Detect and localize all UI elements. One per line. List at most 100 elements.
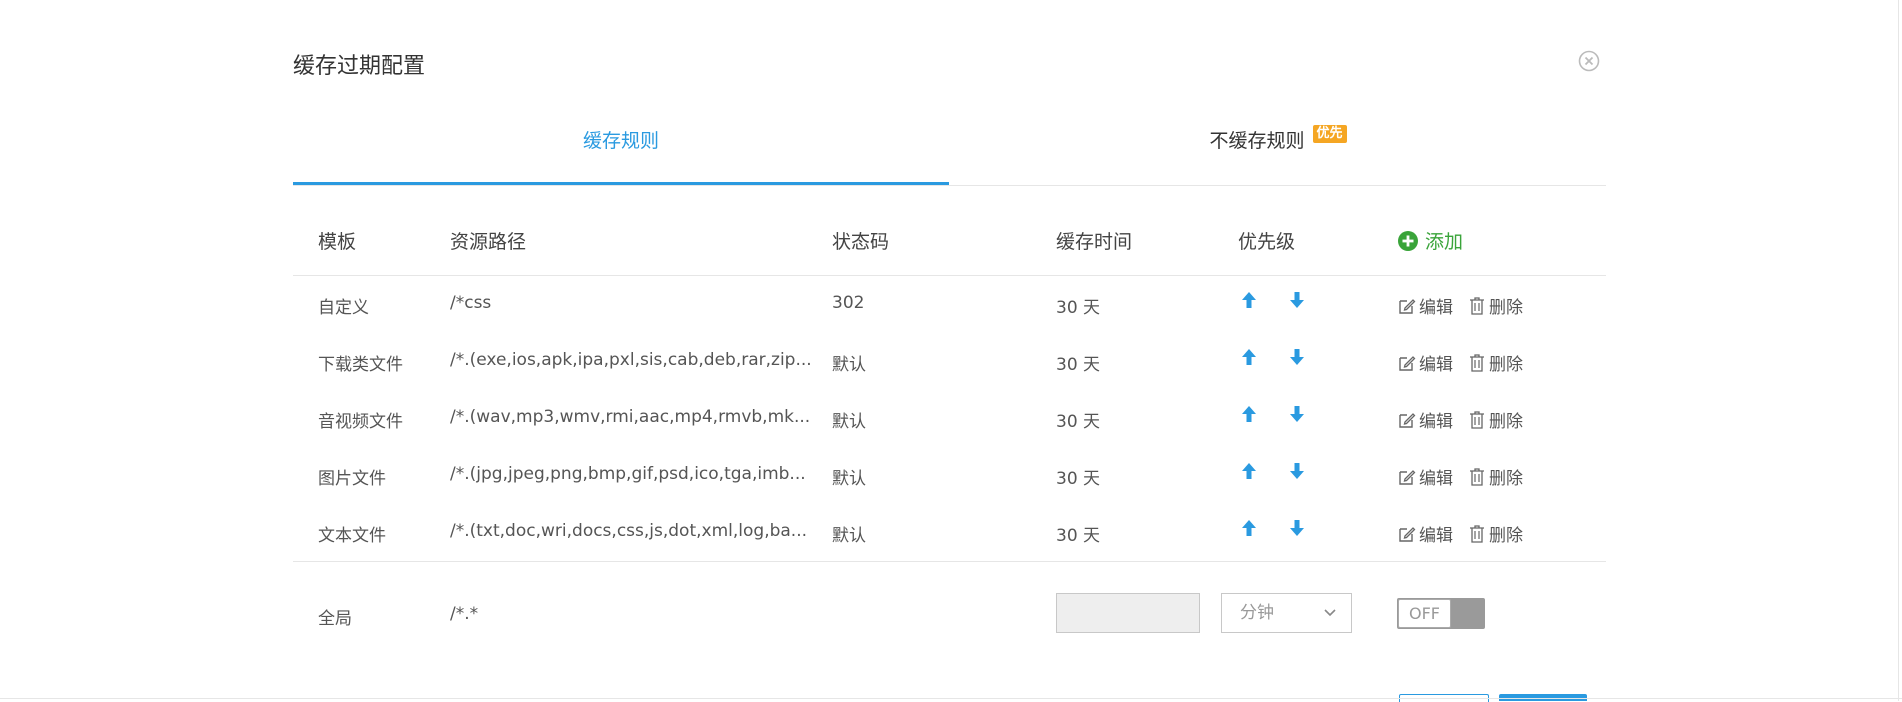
arrow-down-icon[interactable] [1286,289,1308,311]
table-row: 音视频文件 /*.(wav,mp3,wmv,rmi,aac,mp4,rmvb,mk… [293,389,1606,446]
priority-badge: 优先 [1312,125,1347,143]
row-cache-time: 30 天 [1056,355,1101,375]
row-template: 文本文件 [318,526,386,546]
delete-label: 删除 [1489,526,1523,546]
row-path: /*.(txt,doc,wri,docs,css,js,dot,xml,log,… [450,521,808,541]
edit-icon [1399,355,1416,371]
row-status: 默认 [832,469,866,489]
arrow-up-icon[interactable] [1238,346,1260,368]
edit-button[interactable]: 编辑 [1397,350,1453,375]
edit-label: 编辑 [1419,412,1453,432]
row-cache-time: 30 天 [1056,526,1101,546]
priority-controls [1238,517,1308,539]
row-status: 302 [832,293,865,313]
row-actions: 编辑 删除 [1397,350,1523,375]
row-cache-time: 30 天 [1056,412,1101,432]
row-actions: 编辑 删除 [1397,521,1523,546]
cache-expiry-dialog: 缓存过期配置 缓存规则 不缓存规则 优先 模板 资源路径 状态码 缓存时间 优先级… [293,0,1606,702]
delete-label: 删除 [1489,355,1523,375]
trash-icon [1470,353,1484,372]
tab-cache-rules[interactable]: 缓存规则 [293,115,949,185]
global-path: /*.* [450,604,479,624]
priority-controls [1238,346,1308,368]
tab-bar: 缓存规则 不缓存规则 优先 [293,115,1606,186]
delete-button[interactable]: 删除 [1467,293,1523,318]
table-row: 下载类文件 /*.(exe,ios,apk,ipa,pxl,sis,cab,deb… [293,332,1606,389]
page-bottom-line [0,698,1902,699]
row-cache-time: 30 天 [1056,469,1101,489]
delete-label: 删除 [1489,412,1523,432]
priority-controls [1238,289,1308,311]
row-template: 音视频文件 [318,412,403,432]
trash-icon [1470,467,1484,486]
edit-icon [1399,412,1416,428]
table-row: 文本文件 /*.(txt,doc,wri,docs,css,js,dot,xml,… [293,503,1606,560]
edit-label: 编辑 [1419,526,1453,546]
edit-label: 编辑 [1419,298,1453,318]
priority-controls [1238,403,1308,425]
toggle-label: OFF [1398,599,1451,628]
table-row: 图片文件 /*.(jpg,jpeg,png,bmp,gif,psd,ico,tga… [293,446,1606,503]
header-path: 资源路径 [450,231,527,253]
arrow-down-icon[interactable] [1286,517,1308,539]
row-path: /*css [450,293,492,313]
arrow-up-icon[interactable] [1238,403,1260,425]
row-actions: 编辑 删除 [1397,293,1523,318]
header-template: 模板 [318,231,357,253]
arrow-down-icon[interactable] [1286,460,1308,482]
delete-button[interactable]: 删除 [1467,350,1523,375]
priority-controls [1238,460,1308,482]
row-status: 默认 [832,412,866,432]
tab-label: 不缓存规则 [1209,130,1305,152]
row-status: 默认 [832,526,866,546]
header-status: 状态码 [832,231,890,253]
time-unit-select[interactable]: 分钟 [1221,593,1352,633]
scrollbar-edge [1898,0,1899,701]
edit-icon [1399,526,1416,542]
header-priority: 优先级 [1238,231,1296,253]
trash-icon [1470,410,1484,429]
edit-label: 编辑 [1419,355,1453,375]
table-row: 自定义 /*css 302 30 天 编辑 删除 [293,275,1606,332]
arrow-up-icon[interactable] [1238,289,1260,311]
dialog-title: 缓存过期配置 [293,54,426,79]
table-header: 模板 资源路径 状态码 缓存时间 优先级 添加 [293,215,1606,276]
arrow-up-icon[interactable] [1238,517,1260,539]
edit-icon [1399,469,1416,485]
row-template: 图片文件 [318,469,386,489]
global-toggle[interactable]: OFF [1397,598,1485,629]
row-path: /*.(wav,mp3,wmv,rmi,aac,mp4,rmvb,mk... [450,407,811,427]
row-cache-time: 30 天 [1056,298,1101,318]
row-actions: 编辑 删除 [1397,464,1523,489]
arrow-down-icon[interactable] [1286,346,1308,368]
arrow-down-icon[interactable] [1286,403,1308,425]
global-template: 全局 [318,609,352,629]
row-path: /*.(exe,ios,apk,ipa,pxl,sis,cab,deb,rar,… [450,350,812,370]
edit-icon [1399,298,1416,314]
edit-button[interactable]: 编辑 [1397,464,1453,489]
global-rule-row: 全局 /*.* 分钟 OFF [293,580,1606,650]
edit-label: 编辑 [1419,469,1453,489]
delete-button[interactable]: 删除 [1467,464,1523,489]
trash-icon [1470,524,1484,543]
time-unit-value: 分钟 [1240,603,1274,623]
divider [293,561,1606,562]
add-label: 添加 [1425,231,1464,253]
edit-button[interactable]: 编辑 [1397,293,1453,318]
row-actions: 编辑 删除 [1397,407,1523,432]
delete-button[interactable]: 删除 [1467,521,1523,546]
row-template: 自定义 [318,298,369,318]
close-icon[interactable] [1578,50,1600,72]
delete-label: 删除 [1489,298,1523,318]
delete-label: 删除 [1489,469,1523,489]
edit-button[interactable]: 编辑 [1397,407,1453,432]
add-rule-button[interactable]: 添加 [1397,227,1463,254]
trash-icon [1470,296,1484,315]
arrow-up-icon[interactable] [1238,460,1260,482]
row-status: 默认 [832,355,866,375]
chevron-down-icon [1324,609,1336,617]
tab-no-cache-rules[interactable]: 不缓存规则 优先 [950,115,1606,185]
delete-button[interactable]: 删除 [1467,407,1523,432]
cache-time-input[interactable] [1056,593,1200,633]
edit-button[interactable]: 编辑 [1397,521,1453,546]
